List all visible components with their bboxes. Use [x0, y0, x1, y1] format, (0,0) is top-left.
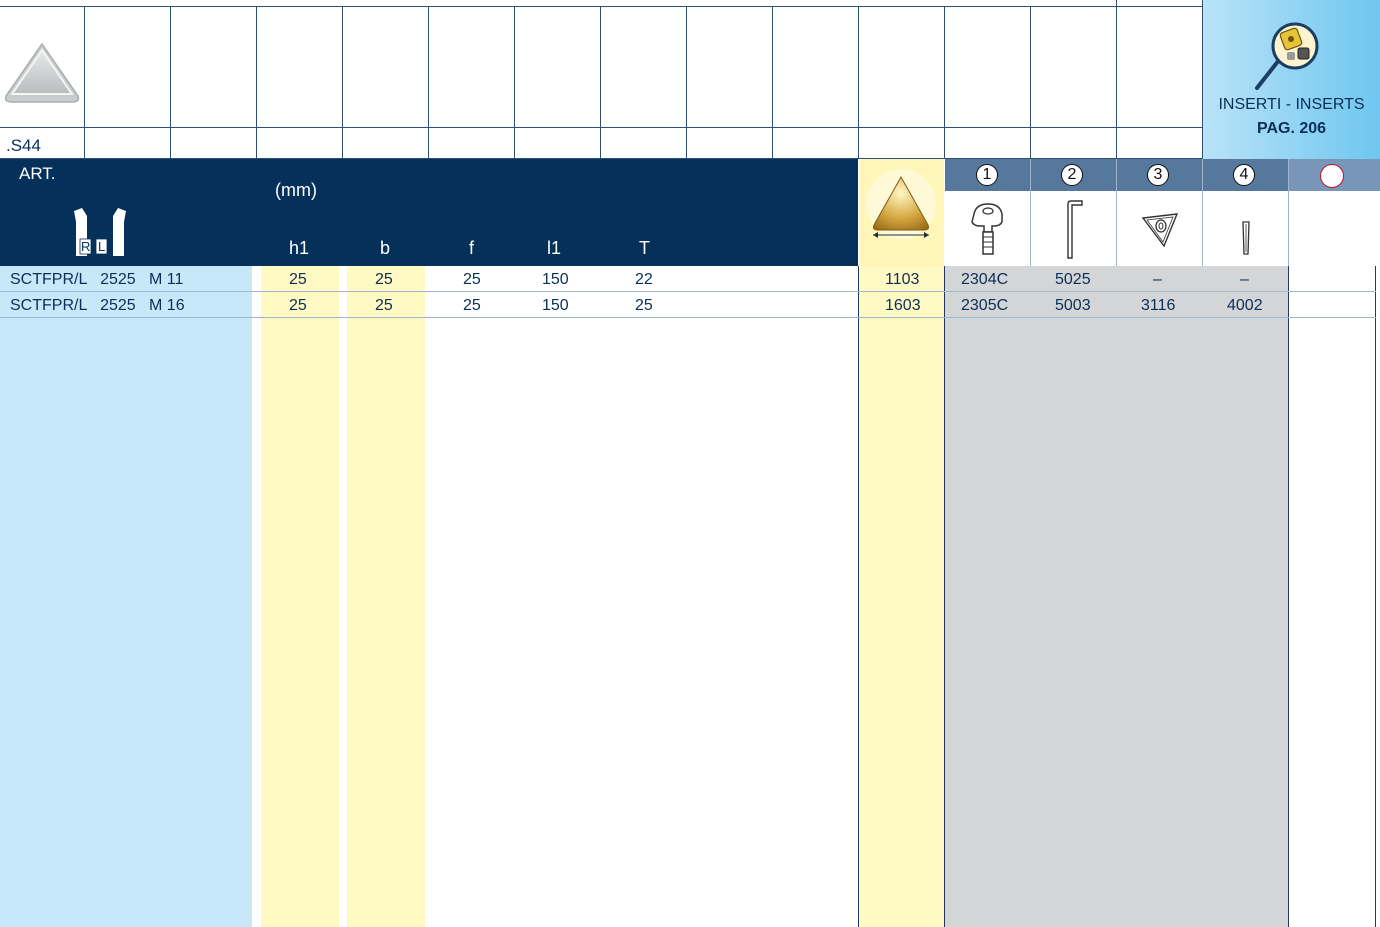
triangle-insert-image — [2, 40, 82, 110]
row-b: 25 — [375, 297, 393, 314]
art-header: ART. — [19, 164, 56, 183]
row-part-4: – — [1240, 271, 1249, 288]
col-header-f: f — [469, 238, 475, 258]
row-b: 25 — [375, 271, 393, 288]
art-column-bg — [0, 266, 252, 927]
hand-label-r: R — [81, 239, 91, 254]
row-h1: 25 — [289, 271, 307, 288]
row-part-3: 3116 — [1141, 297, 1176, 314]
pin-icon — [1238, 218, 1254, 258]
inserts-page-label: PAG. 206 — [1256, 120, 1327, 137]
row-part-2: 5003 — [1055, 297, 1091, 314]
row-f: 25 — [463, 297, 481, 314]
inserts-link-box[interactable]: INSERTI - INSERTS PAG. 206 — [1203, 0, 1380, 159]
hand-label-l: L — [98, 239, 106, 254]
spare-columns-bg — [945, 266, 1288, 927]
row-t: 25 — [635, 297, 653, 314]
spare-number-3: 3 — [1147, 164, 1169, 186]
row-insert: 1603 — [885, 297, 921, 314]
spare-number-1: 1 — [976, 164, 998, 186]
row-h1: 25 — [289, 297, 307, 314]
b-column-bg — [347, 266, 425, 927]
row-insert: 1103 — [885, 271, 920, 288]
col-header-l1: l1 — [547, 238, 562, 258]
top-grid — [0, 0, 1380, 159]
row-art: SCTFPR/L 2525 M 11 — [10, 271, 184, 288]
row-part-4: 4002 — [1227, 297, 1263, 314]
col-header-t: T — [639, 238, 650, 258]
hex-key-icon — [1062, 198, 1092, 260]
row-f: 25 — [463, 271, 481, 288]
row-l1: 150 — [542, 297, 569, 314]
row-l1: 150 — [542, 271, 569, 288]
magnifier-icon — [1245, 20, 1325, 95]
shim-icon — [1140, 212, 1180, 250]
unit-label: (mm) — [275, 180, 317, 200]
row-part-1: 2305C — [961, 297, 1009, 314]
code-label: .S44 — [6, 136, 41, 155]
h1-column-bg — [261, 266, 339, 927]
insert-column-header — [859, 159, 944, 266]
row-t: 22 — [635, 271, 653, 288]
empty-circle-icon — [1320, 164, 1344, 188]
spare-number-4: 4 — [1233, 164, 1255, 186]
clamp-screw-icon — [966, 200, 1010, 260]
row-art: SCTFPR/L 2525 M 16 — [10, 297, 185, 314]
row-part-3: – — [1153, 271, 1162, 288]
col-header-h1: h1 — [289, 238, 310, 258]
col-header-b: b — [380, 238, 391, 258]
insert-column-bg — [859, 266, 944, 927]
spare-number-2: 2 — [1061, 164, 1083, 186]
row-part-1: 2304C — [961, 271, 1009, 288]
inserts-label: INSERTI - INSERTS — [1218, 96, 1365, 113]
row-part-2: 5025 — [1055, 271, 1091, 288]
